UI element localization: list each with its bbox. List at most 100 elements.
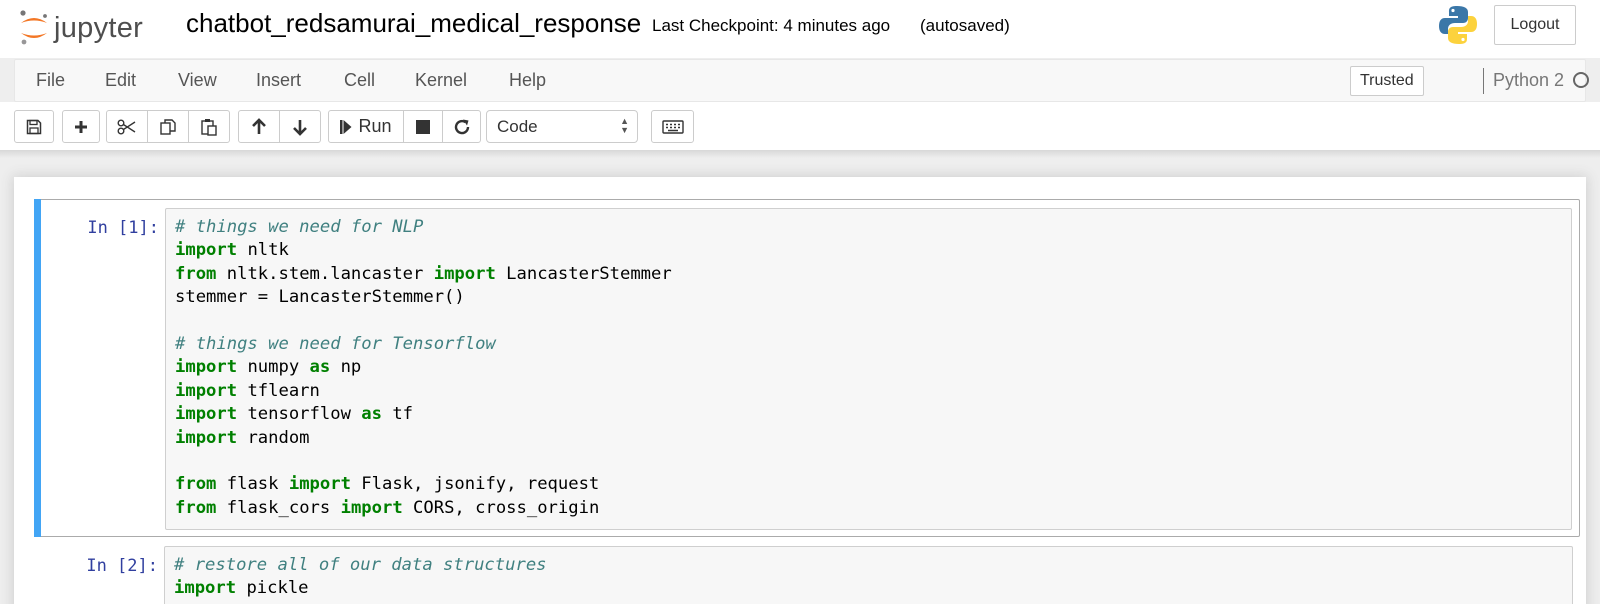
save-icon: [26, 119, 42, 134]
code-keyword: import: [175, 357, 238, 378]
code-line: import pickle: [174, 577, 1563, 600]
menu-kernel[interactable]: Kernel: [415, 70, 467, 91]
logo-text: jupyter: [54, 12, 144, 44]
menu-cell[interactable]: Cell: [344, 70, 375, 91]
notebook-title[interactable]: chatbot_redsamurai_medical_response: [186, 8, 641, 39]
code-keyword: as: [309, 357, 331, 378]
move-up-button[interactable]: [238, 110, 280, 143]
code-keyword: import: [174, 578, 237, 599]
keyboard-icon: [661, 119, 684, 134]
code-keyword: as: [361, 404, 382, 425]
autosave-status: (autosaved): [920, 16, 1010, 35]
code-line: from flask_cors import CORS, cross_origi…: [175, 497, 1562, 520]
kernel-separator: [1483, 68, 1484, 94]
code-token: flask: [216, 474, 289, 495]
code-keyword: from: [175, 474, 217, 495]
menu-help[interactable]: Help: [509, 70, 546, 91]
scissors-icon: [117, 119, 136, 134]
code-token: tflearn: [237, 380, 320, 401]
code-line: from flask import Flask, jsonify, reques…: [175, 473, 1562, 496]
plus-icon: [75, 120, 87, 133]
menu-file[interactable]: File: [36, 70, 65, 91]
code-keyword: import: [175, 427, 238, 448]
code-token: tensorflow: [237, 404, 362, 425]
code-line: stemmer = LancasterStemmer(): [175, 286, 1562, 309]
toolbar: Run Code ▲ ▼: [0, 102, 1600, 150]
refresh-icon: [454, 119, 469, 134]
code-cell-2[interactable]: In [2]: # restore all of our data struct…: [34, 538, 1580, 604]
stop-icon: [416, 119, 430, 134]
code-token: CORS, cross_origin: [402, 497, 600, 518]
code-line: import random: [175, 427, 1562, 450]
jupyter-orbit-icon: [20, 10, 47, 45]
arrow-down-icon: [293, 119, 307, 136]
code-comment: # things we need for Tensorflow: [175, 333, 496, 354]
cut-button[interactable]: [106, 110, 148, 143]
kernel-name[interactable]: Python 2: [1493, 70, 1564, 91]
input-prompt: In [1]:: [87, 218, 159, 238]
paste-icon: [201, 118, 217, 136]
code-token: nltk.stem.lancaster: [216, 263, 434, 284]
code-token: LancasterStemmer: [495, 263, 672, 284]
save-button[interactable]: [14, 110, 54, 143]
code-line: from nltk.stem.lancaster import Lancaste…: [175, 263, 1562, 286]
code-keyword: import: [433, 263, 496, 284]
input-prompt: In [2]:: [86, 556, 158, 576]
code-token: numpy: [237, 357, 310, 378]
checkpoint-status: Last Checkpoint: 4 minutes ago: [652, 16, 891, 35]
trusted-indicator[interactable]: Trusted: [1350, 66, 1424, 96]
menu-edit[interactable]: Edit: [105, 70, 136, 91]
interrupt-button[interactable]: [403, 110, 443, 143]
cell-type-value: Code: [497, 117, 538, 136]
code-keyword: import: [340, 497, 403, 518]
code-keyword: import: [288, 474, 351, 495]
selected-cell-bar: [34, 199, 41, 537]
python-logo-icon: [1439, 6, 1477, 44]
command-palette-button[interactable]: [651, 110, 694, 143]
kernel-idle-indicator-icon: [1573, 72, 1589, 88]
code-token: stemmer = LancasterStemmer(): [175, 287, 465, 308]
step-forward-icon: [340, 119, 352, 134]
menubar: File Edit View Insert Cell Kernel Help T…: [14, 59, 1589, 102]
run-button[interactable]: Run: [328, 110, 404, 143]
code-line: import tensorflow as tf: [175, 403, 1562, 426]
header-shadow: [0, 150, 1600, 158]
move-down-button[interactable]: [279, 110, 321, 143]
code-editor[interactable]: # things we need for NLP import nltk from …: [165, 208, 1572, 530]
jupyter-logo[interactable]: jupyter: [18, 8, 168, 48]
insert-cell-button[interactable]: [62, 110, 100, 143]
code-editor[interactable]: # restore all of our data structures impo…: [164, 546, 1573, 604]
code-comment: # restore all of our data structures: [174, 555, 547, 575]
code-token: np: [330, 357, 362, 378]
code-keyword: import: [175, 404, 238, 425]
restart-button[interactable]: [442, 110, 481, 143]
code-cell-1[interactable]: In [1]: # things we need for NLP import n…: [34, 199, 1580, 537]
notebook-container: In [1]: # things we need for NLP import n…: [14, 177, 1586, 604]
code-keyword: from: [175, 263, 217, 284]
code-line: import tflearn: [175, 380, 1562, 403]
code-keyword: from: [175, 497, 217, 518]
code-token: nltk: [237, 240, 289, 261]
code-keyword: import: [175, 240, 238, 261]
cell-type-select[interactable]: Code ▲ ▼: [486, 110, 638, 143]
code-token: tf: [381, 404, 414, 425]
run-label: Run: [358, 116, 392, 136]
select-arrows-icon: ▲ ▼: [620, 116, 629, 135]
notebook-header: jupyter chatbot_redsamurai_medical_respo…: [0, 0, 1600, 58]
code-comment: # things we need for NLP: [175, 217, 424, 237]
menu-insert[interactable]: Insert: [256, 70, 301, 91]
paste-button[interactable]: [188, 110, 230, 143]
code-token: Flask, jsonify, request: [350, 474, 600, 495]
code-keyword: import: [175, 380, 238, 401]
arrow-up-icon: [252, 117, 266, 134]
logout-button[interactable]: Logout: [1494, 5, 1576, 45]
code-token: flask_cors: [216, 497, 341, 518]
code-token: random: [237, 427, 310, 448]
menu-view[interactable]: View: [178, 70, 217, 91]
code-line: # things we need for Tensorflow: [175, 333, 1562, 356]
copy-button[interactable]: [147, 110, 189, 143]
code-token: pickle: [236, 578, 309, 599]
code-line: import nltk: [175, 239, 1562, 262]
